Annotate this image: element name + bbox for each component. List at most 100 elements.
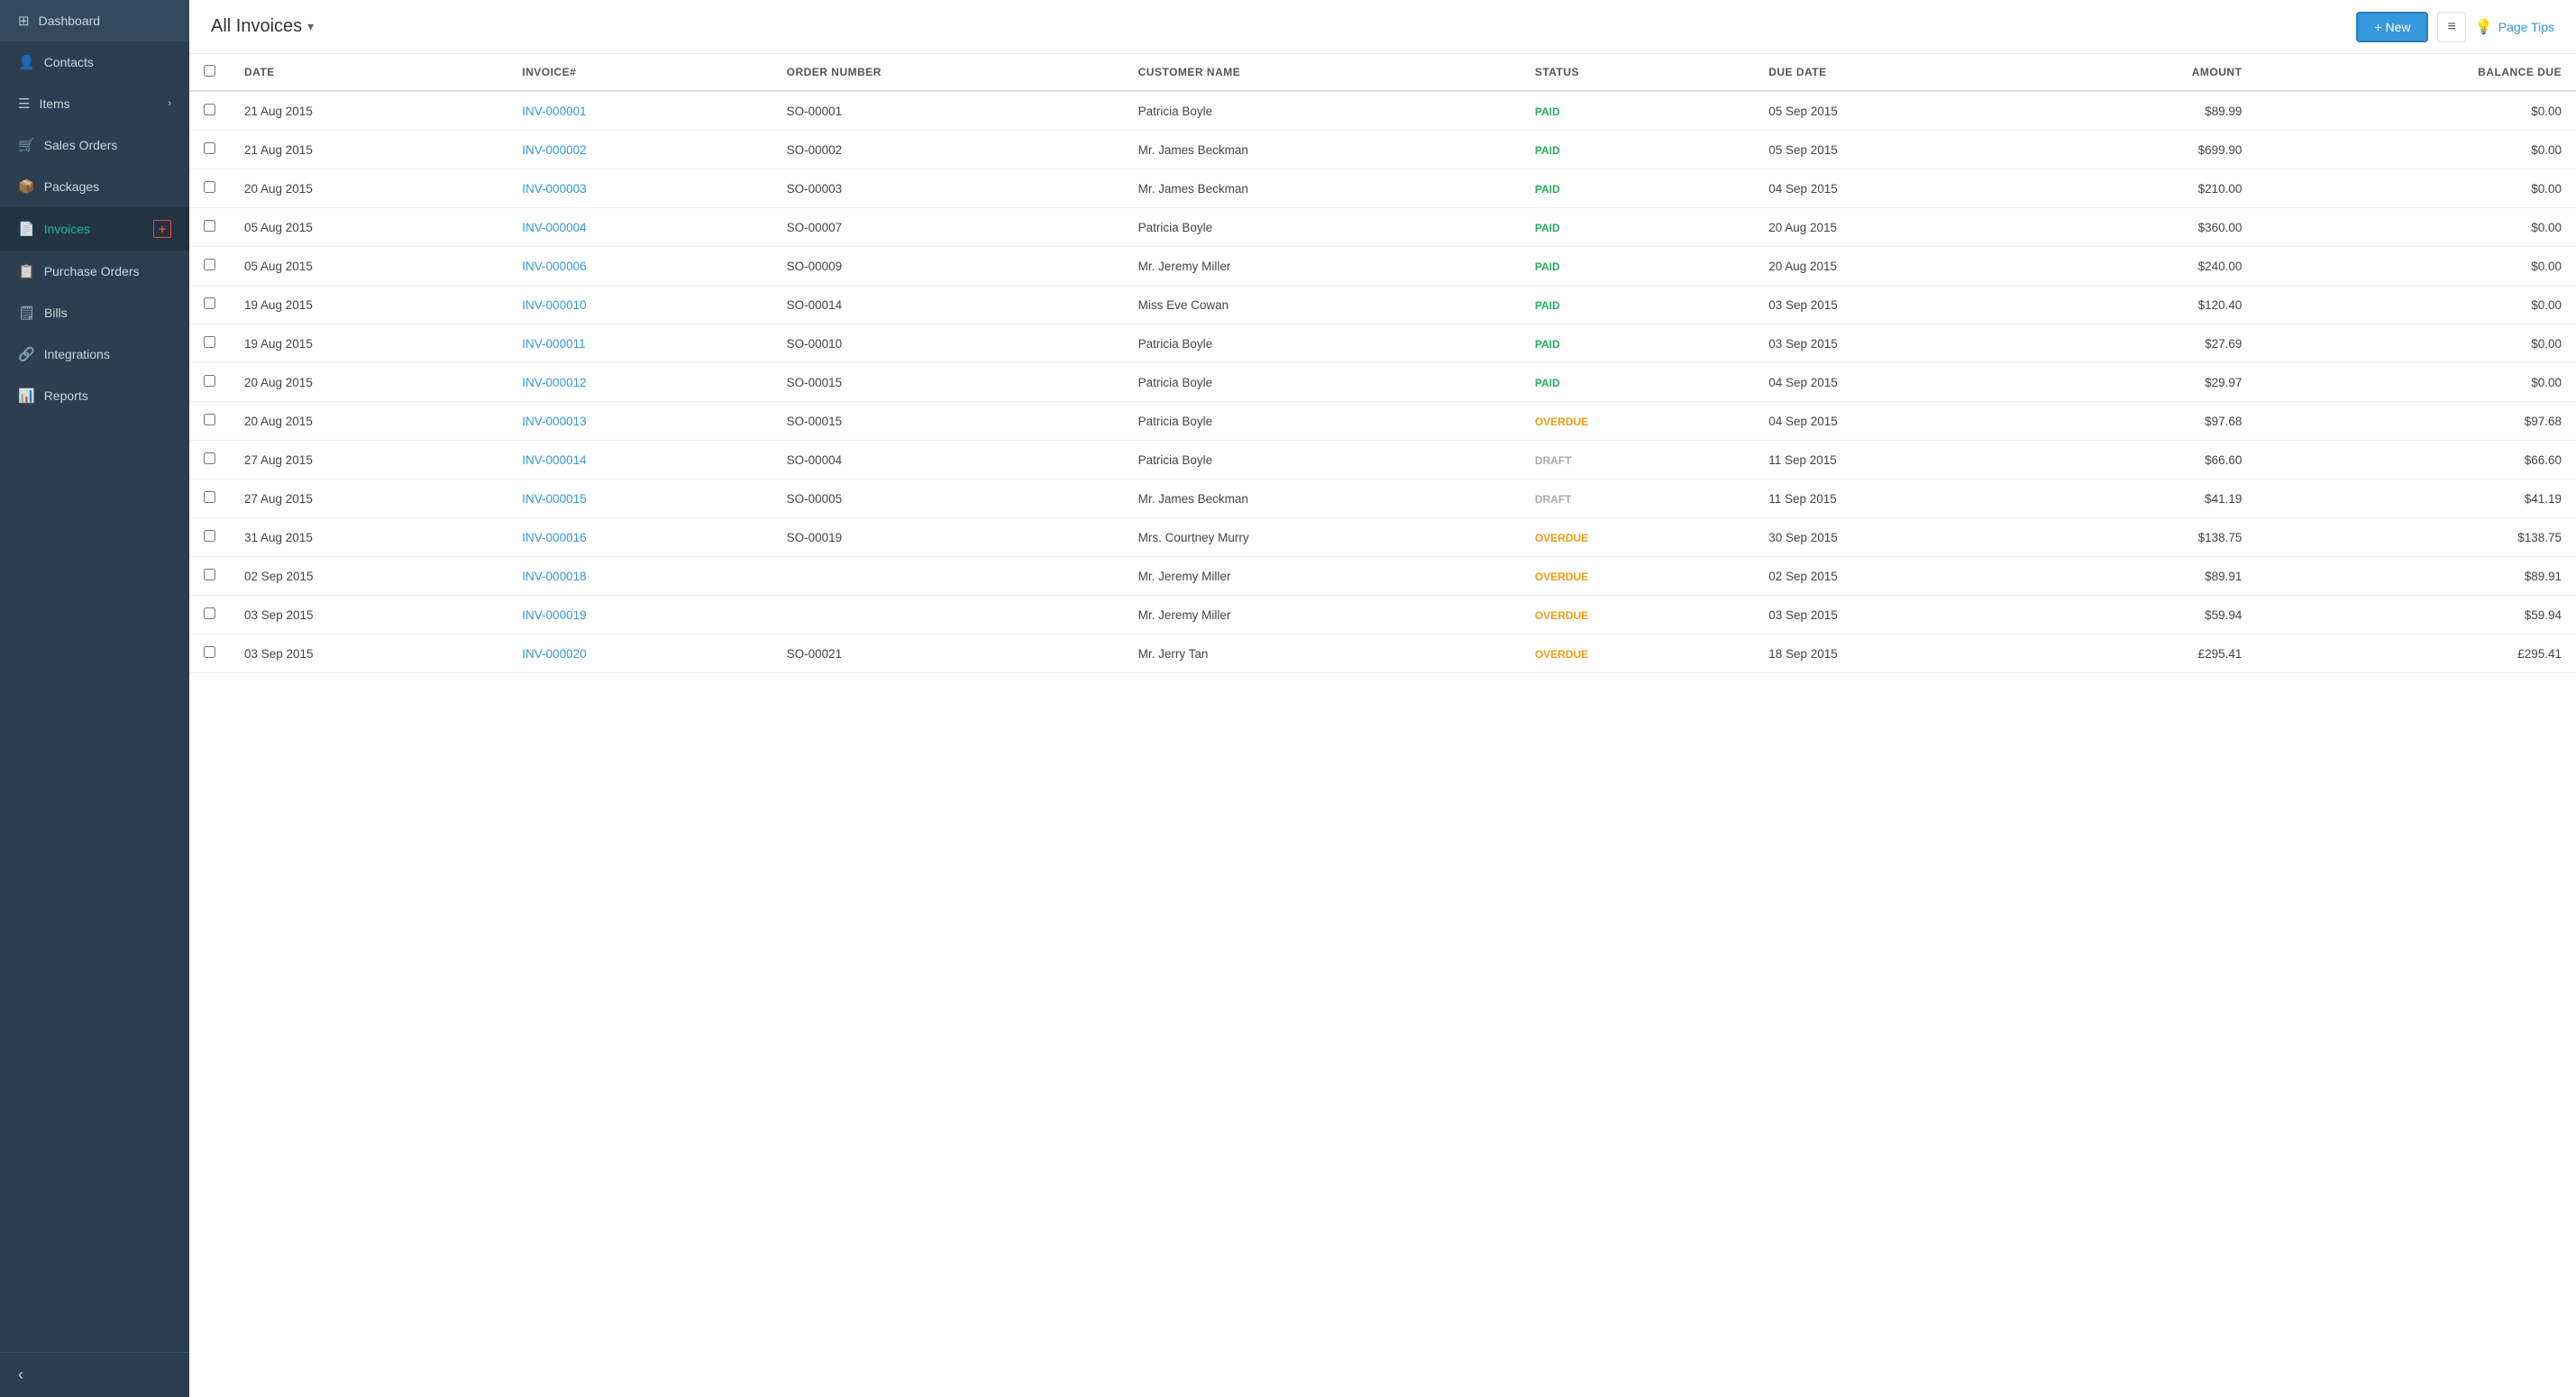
table-row: 02 Sep 2015INV-000018Mr. Jeremy MillerOV…	[189, 557, 2576, 596]
row-checkbox-8[interactable]	[204, 414, 215, 425]
row-checkbox-5[interactable]	[204, 297, 215, 309]
invoice-link[interactable]: INV-000020	[522, 647, 586, 661]
cell-amount: $699.90	[2032, 131, 2256, 169]
row-checkbox-3[interactable]	[204, 220, 215, 232]
row-checkbox-6[interactable]	[204, 336, 215, 348]
cell-amount: $27.69	[2032, 324, 2256, 363]
sidebar-item-invoices[interactable]: 📄Invoices+	[0, 207, 189, 251]
cell-customer: Mr. James Beckman	[1124, 131, 1521, 169]
cell-customer: Miss Eve Cowan	[1124, 286, 1521, 324]
sidebar-item-dashboard[interactable]: ⊞Dashboard	[0, 0, 189, 41]
tips-label: Page Tips	[2498, 20, 2554, 34]
col-customer: CUSTOMER NAME	[1124, 54, 1521, 91]
cell-customer: Patricia Boyle	[1124, 402, 1521, 441]
cell-customer: Mr. James Beckman	[1124, 479, 1521, 518]
select-all-checkbox[interactable]	[204, 65, 215, 77]
cell-balance: $0.00	[2256, 169, 2576, 208]
sidebar-item-bills[interactable]: 🗒 Bills	[0, 292, 189, 333]
col-status: STATUS	[1521, 54, 1754, 91]
row-checkbox-14[interactable]	[204, 646, 215, 658]
cell-order: SO-00010	[772, 324, 1124, 363]
invoice-link[interactable]: INV-000006	[522, 260, 586, 273]
page-tips-button[interactable]: 💡 Page Tips	[2475, 18, 2554, 36]
row-checkbox-13[interactable]	[204, 607, 215, 619]
cell-amount: $89.99	[2032, 91, 2256, 131]
page-title-wrap: All Invoices ▾	[211, 16, 2345, 37]
cell-date: 05 Aug 2015	[230, 247, 507, 286]
row-checkbox-1[interactable]	[204, 142, 215, 154]
row-checkbox-2[interactable]	[204, 181, 215, 193]
cell-amount: $240.00	[2032, 247, 2256, 286]
cell-balance: $0.00	[2256, 208, 2576, 247]
invoice-link[interactable]: INV-000011	[522, 337, 585, 351]
table-row: 19 Aug 2015INV-000011SO-00010Patricia Bo…	[189, 324, 2576, 363]
cell-order: SO-00014	[772, 286, 1124, 324]
cell-order: SO-00021	[772, 635, 1124, 673]
invoice-link[interactable]: INV-000014	[522, 453, 586, 467]
row-checkbox-12[interactable]	[204, 569, 215, 580]
cell-date: 03 Sep 2015	[230, 635, 507, 673]
cell-order	[772, 596, 1124, 635]
table-row: 05 Aug 2015INV-000004SO-00007Patricia Bo…	[189, 208, 2576, 247]
table-row: 21 Aug 2015INV-000001SO-00001Patricia Bo…	[189, 91, 2576, 131]
invoices-add-icon[interactable]: +	[153, 220, 171, 238]
sidebar-item-packages[interactable]: 📦Packages	[0, 166, 189, 207]
row-checkbox-11[interactable]	[204, 530, 215, 542]
status-badge: PAID	[1535, 299, 1560, 312]
cell-customer: Patricia Boyle	[1124, 363, 1521, 402]
topbar-actions: + New ≡ 💡 Page Tips	[2356, 12, 2554, 42]
invoice-link[interactable]: INV-000004	[522, 221, 586, 234]
cell-due-date: 04 Sep 2015	[1754, 402, 2032, 441]
bills-icon: 🗒	[18, 305, 35, 321]
sidebar-item-items[interactable]: ☰Items›	[0, 83, 189, 124]
invoice-link[interactable]: INV-000018	[522, 570, 586, 583]
invoice-link[interactable]: INV-000013	[522, 415, 586, 428]
status-badge: OVERDUE	[1535, 571, 1588, 583]
table-row: 20 Aug 2015INV-000013SO-00015Patricia Bo…	[189, 402, 2576, 441]
row-checkbox-10[interactable]	[204, 491, 215, 503]
sidebar-item-label-contacts: Contacts	[44, 55, 94, 69]
table-row: 27 Aug 2015INV-000015SO-00005Mr. James B…	[189, 479, 2576, 518]
sidebar-item-label-bills: Bills	[44, 306, 68, 320]
sidebar-item-contacts[interactable]: 👤Contacts	[0, 41, 189, 83]
table-row: 03 Sep 2015INV-000020SO-00021Mr. Jerry T…	[189, 635, 2576, 673]
integrations-icon: 🔗	[18, 346, 35, 362]
page-title: All Invoices	[211, 16, 302, 37]
cell-date: 19 Aug 2015	[230, 324, 507, 363]
invoice-link[interactable]: INV-000002	[522, 143, 586, 157]
cell-due-date: 03 Sep 2015	[1754, 596, 2032, 635]
new-button[interactable]: + New	[2356, 12, 2428, 42]
status-badge: PAID	[1535, 377, 1560, 389]
status-badge: OVERDUE	[1535, 415, 1588, 428]
cell-amount: $138.75	[2032, 518, 2256, 557]
cell-balance: $0.00	[2256, 91, 2576, 131]
invoice-link[interactable]: INV-000015	[522, 492, 586, 506]
cell-amount: $89.91	[2032, 557, 2256, 596]
invoice-link[interactable]: INV-000019	[522, 608, 586, 622]
main-content: All Invoices ▾ + New ≡ 💡 Page Tips DATE …	[189, 0, 2576, 1397]
row-checkbox-4[interactable]	[204, 259, 215, 270]
title-dropdown-icon[interactable]: ▾	[307, 19, 314, 34]
row-checkbox-9[interactable]	[204, 452, 215, 464]
cell-customer: Mr. Jeremy Miller	[1124, 596, 1521, 635]
row-checkbox-0[interactable]	[204, 104, 215, 115]
status-badge: DRAFT	[1535, 454, 1572, 467]
invoice-link[interactable]: INV-000016	[522, 531, 586, 544]
invoice-link[interactable]: INV-000001	[522, 105, 586, 118]
cell-customer: Patricia Boyle	[1124, 208, 1521, 247]
invoice-link[interactable]: INV-000010	[522, 298, 586, 312]
cell-order: SO-00005	[772, 479, 1124, 518]
menu-button[interactable]: ≡	[2437, 12, 2465, 42]
sidebar-item-integrations[interactable]: 🔗Integrations	[0, 333, 189, 375]
cell-due-date: 18 Sep 2015	[1754, 635, 2032, 673]
row-checkbox-7[interactable]	[204, 375, 215, 387]
invoice-link[interactable]: INV-000012	[522, 376, 586, 389]
sidebar-item-sales-orders[interactable]: 🛒Sales Orders	[0, 124, 189, 166]
reports-icon: 📊	[18, 388, 35, 404]
sidebar-collapse-button[interactable]: ‹	[0, 1352, 189, 1397]
sidebar-item-label-purchase-orders: Purchase Orders	[44, 264, 140, 278]
invoice-link[interactable]: INV-000003	[522, 182, 586, 196]
sidebar-item-purchase-orders[interactable]: 📋Purchase Orders	[0, 251, 189, 292]
cell-amount: $210.00	[2032, 169, 2256, 208]
sidebar-item-reports[interactable]: 📊Reports	[0, 375, 189, 416]
